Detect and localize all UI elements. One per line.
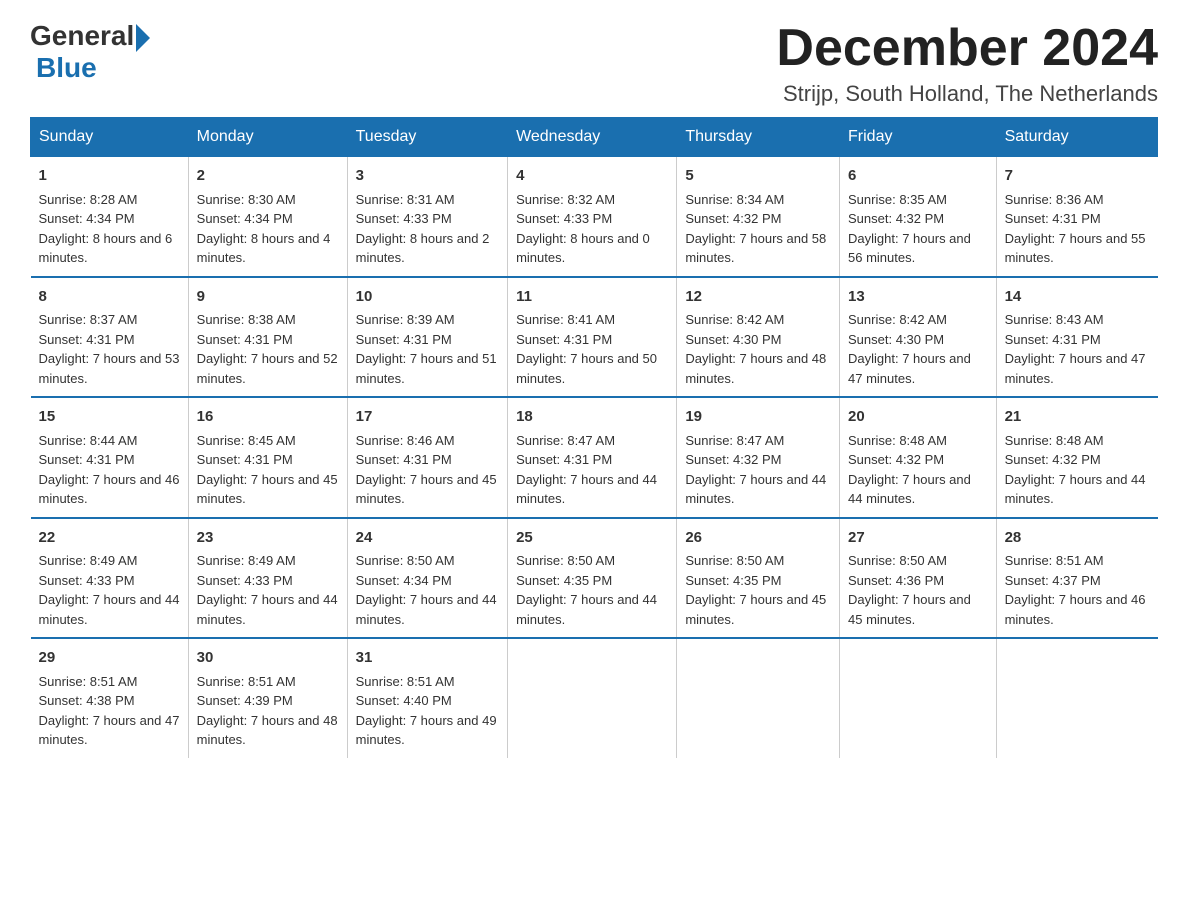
logo: General Blue [30,20,150,84]
calendar-cell: 1Sunrise: 8:28 AMSunset: 4:34 PMDaylight… [31,157,189,277]
calendar-cell: 4Sunrise: 8:32 AMSunset: 4:33 PMDaylight… [508,157,677,277]
day-number: 6 [848,165,988,188]
calendar-cell: 7Sunrise: 8:36 AMSunset: 4:31 PMDaylight… [996,157,1157,277]
day-number: 20 [848,406,988,429]
calendar-cell: 22Sunrise: 8:49 AMSunset: 4:33 PMDayligh… [31,518,189,639]
calendar-cell [840,638,997,758]
header-sunday: Sunday [31,118,189,157]
week-row-3: 15Sunrise: 8:44 AMSunset: 4:31 PMDayligh… [31,397,1158,518]
calendar-cell: 6Sunrise: 8:35 AMSunset: 4:32 PMDaylight… [840,157,997,277]
logo-blue-text: Blue [36,52,97,84]
day-number: 3 [356,165,499,188]
day-number: 14 [1005,286,1150,309]
day-number: 22 [39,527,180,550]
calendar-cell: 26Sunrise: 8:50 AMSunset: 4:35 PMDayligh… [677,518,840,639]
calendar-cell: 23Sunrise: 8:49 AMSunset: 4:33 PMDayligh… [188,518,347,639]
calendar-cell: 9Sunrise: 8:38 AMSunset: 4:31 PMDaylight… [188,277,347,398]
day-number: 19 [685,406,831,429]
day-number: 2 [197,165,339,188]
day-number: 17 [356,406,499,429]
week-row-5: 29Sunrise: 8:51 AMSunset: 4:38 PMDayligh… [31,638,1158,758]
calendar-cell: 16Sunrise: 8:45 AMSunset: 4:31 PMDayligh… [188,397,347,518]
calendar-cell: 14Sunrise: 8:43 AMSunset: 4:31 PMDayligh… [996,277,1157,398]
calendar-cell: 28Sunrise: 8:51 AMSunset: 4:37 PMDayligh… [996,518,1157,639]
header-thursday: Thursday [677,118,840,157]
title-section: December 2024 Strijp, South Holland, The… [776,20,1158,107]
calendar-header-row: SundayMondayTuesdayWednesdayThursdayFrid… [31,118,1158,157]
calendar-cell: 20Sunrise: 8:48 AMSunset: 4:32 PMDayligh… [840,397,997,518]
calendar-cell [508,638,677,758]
day-number: 24 [356,527,499,550]
calendar-cell: 21Sunrise: 8:48 AMSunset: 4:32 PMDayligh… [996,397,1157,518]
calendar-cell: 12Sunrise: 8:42 AMSunset: 4:30 PMDayligh… [677,277,840,398]
day-number: 7 [1005,165,1150,188]
day-number: 13 [848,286,988,309]
header-friday: Friday [840,118,997,157]
page-header: General Blue December 2024 Strijp, South… [30,20,1158,107]
day-number: 18 [516,406,668,429]
day-number: 26 [685,527,831,550]
day-number: 10 [356,286,499,309]
calendar-cell: 15Sunrise: 8:44 AMSunset: 4:31 PMDayligh… [31,397,189,518]
day-number: 27 [848,527,988,550]
calendar-cell [996,638,1157,758]
calendar-cell: 25Sunrise: 8:50 AMSunset: 4:35 PMDayligh… [508,518,677,639]
calendar-cell [677,638,840,758]
logo-arrow-icon [136,24,150,52]
day-number: 4 [516,165,668,188]
month-year-title: December 2024 [776,20,1158,77]
calendar-cell: 27Sunrise: 8:50 AMSunset: 4:36 PMDayligh… [840,518,997,639]
calendar-cell: 5Sunrise: 8:34 AMSunset: 4:32 PMDaylight… [677,157,840,277]
day-number: 21 [1005,406,1150,429]
calendar-cell: 30Sunrise: 8:51 AMSunset: 4:39 PMDayligh… [188,638,347,758]
day-number: 5 [685,165,831,188]
day-number: 25 [516,527,668,550]
week-row-4: 22Sunrise: 8:49 AMSunset: 4:33 PMDayligh… [31,518,1158,639]
header-monday: Monday [188,118,347,157]
day-number: 31 [356,647,499,670]
calendar-cell: 11Sunrise: 8:41 AMSunset: 4:31 PMDayligh… [508,277,677,398]
calendar-cell: 10Sunrise: 8:39 AMSunset: 4:31 PMDayligh… [347,277,507,398]
calendar-cell: 24Sunrise: 8:50 AMSunset: 4:34 PMDayligh… [347,518,507,639]
day-number: 23 [197,527,339,550]
calendar-cell: 18Sunrise: 8:47 AMSunset: 4:31 PMDayligh… [508,397,677,518]
week-row-1: 1Sunrise: 8:28 AMSunset: 4:34 PMDaylight… [31,157,1158,277]
calendar-cell: 29Sunrise: 8:51 AMSunset: 4:38 PMDayligh… [31,638,189,758]
calendar-cell: 2Sunrise: 8:30 AMSunset: 4:34 PMDaylight… [188,157,347,277]
calendar-cell: 8Sunrise: 8:37 AMSunset: 4:31 PMDaylight… [31,277,189,398]
calendar-cell: 13Sunrise: 8:42 AMSunset: 4:30 PMDayligh… [840,277,997,398]
calendar-table: SundayMondayTuesdayWednesdayThursdayFrid… [30,117,1158,758]
week-row-2: 8Sunrise: 8:37 AMSunset: 4:31 PMDaylight… [31,277,1158,398]
day-number: 8 [39,286,180,309]
day-number: 15 [39,406,180,429]
day-number: 30 [197,647,339,670]
day-number: 9 [197,286,339,309]
calendar-cell: 31Sunrise: 8:51 AMSunset: 4:40 PMDayligh… [347,638,507,758]
day-number: 12 [685,286,831,309]
header-wednesday: Wednesday [508,118,677,157]
day-number: 29 [39,647,180,670]
day-number: 1 [39,165,180,188]
day-number: 28 [1005,527,1150,550]
location-subtitle: Strijp, South Holland, The Netherlands [776,81,1158,107]
calendar-cell: 19Sunrise: 8:47 AMSunset: 4:32 PMDayligh… [677,397,840,518]
calendar-cell: 17Sunrise: 8:46 AMSunset: 4:31 PMDayligh… [347,397,507,518]
day-number: 16 [197,406,339,429]
calendar-cell: 3Sunrise: 8:31 AMSunset: 4:33 PMDaylight… [347,157,507,277]
header-saturday: Saturday [996,118,1157,157]
logo-general-text: General [30,20,134,52]
header-tuesday: Tuesday [347,118,507,157]
day-number: 11 [516,286,668,309]
